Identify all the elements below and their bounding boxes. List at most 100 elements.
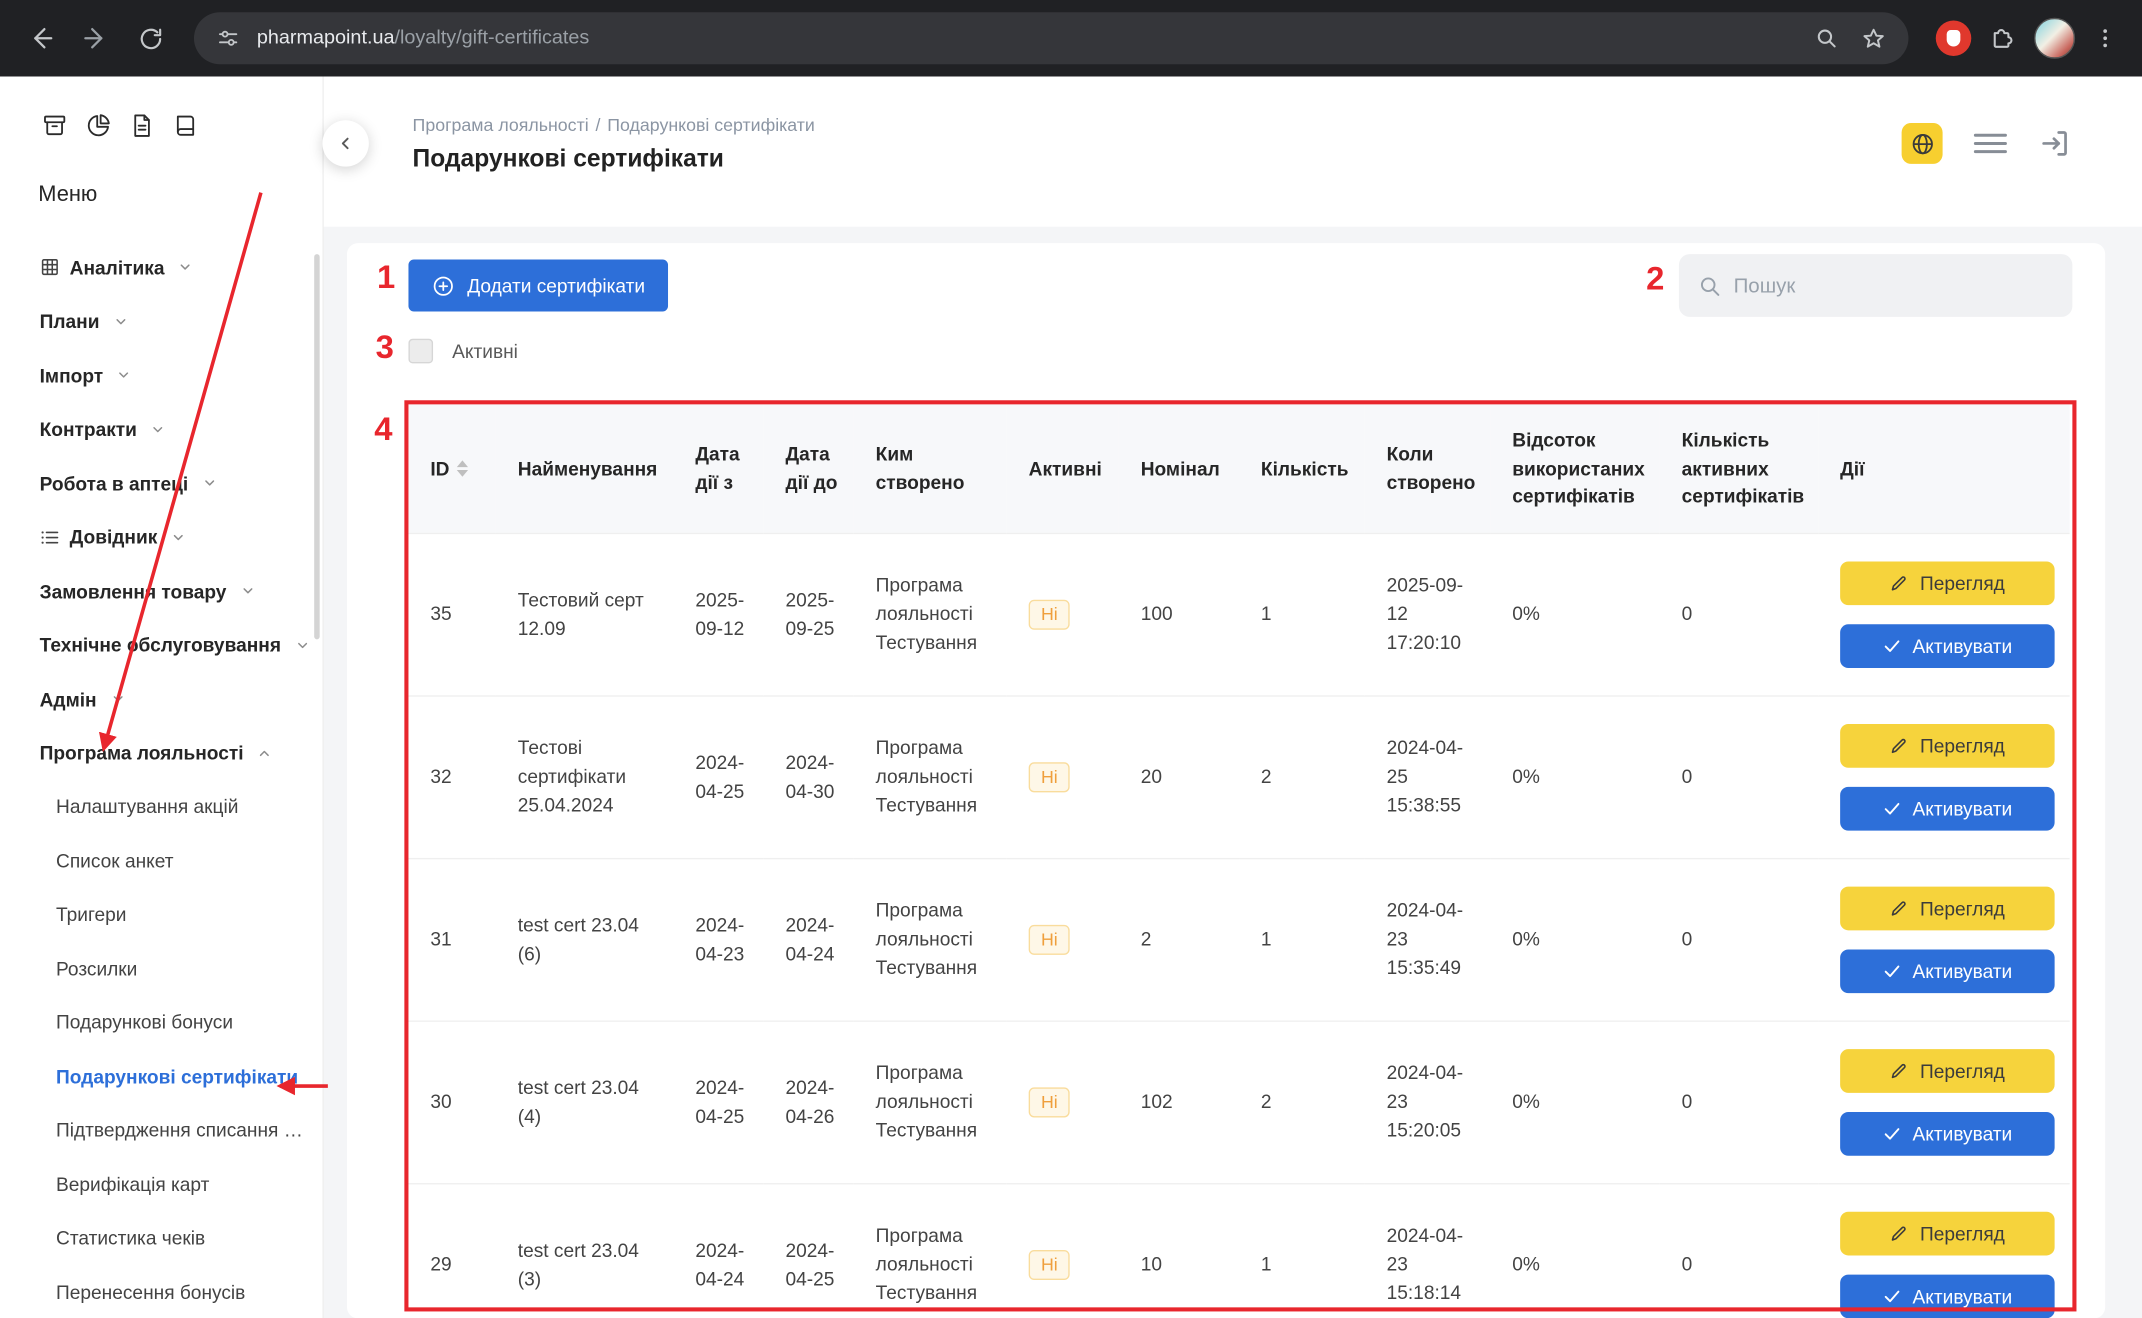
hamburger-icon bbox=[1973, 130, 2009, 157]
sidebar-item-admin[interactable]: Адмін bbox=[0, 672, 322, 726]
sidebar-item-loyalty-program[interactable]: Програма лояльності bbox=[0, 726, 322, 780]
cell-date-from: 2024-04-25 bbox=[673, 695, 763, 858]
card-toolbar: Додати сертифікати bbox=[408, 254, 2072, 317]
language-globe-button[interactable] bbox=[1902, 123, 1943, 164]
sidebar-item-gift-certificates[interactable]: Подарункові сертифікати bbox=[0, 1050, 322, 1104]
sidebar-item-analytics[interactable]: Аналітика bbox=[0, 240, 322, 294]
cell-id: 35 bbox=[408, 533, 495, 696]
extensions-puzzle-icon[interactable] bbox=[1989, 25, 2016, 52]
sidebar-quick-icons bbox=[0, 77, 322, 140]
profile-avatar[interactable] bbox=[2034, 18, 2075, 59]
activate-button[interactable]: Активувати bbox=[1840, 786, 2054, 830]
sidebar-item-pharmacy-work[interactable]: Робота в аптеці bbox=[0, 456, 322, 510]
cell-actions: Перегляд Активувати bbox=[1818, 695, 2069, 858]
address-bar[interactable]: pharmapoint.ua/loyalty/gift-certificates bbox=[194, 12, 1908, 64]
header-menu-button[interactable] bbox=[1973, 130, 2009, 157]
column-header-name: Найменування bbox=[496, 404, 674, 532]
activate-button[interactable]: Активувати bbox=[1840, 949, 2054, 993]
cell-name: Тестові сертифікати 25.04.2024 bbox=[496, 695, 674, 858]
cell-date-to: 2025-09-25 bbox=[764, 533, 854, 696]
adblock-extension-icon[interactable] bbox=[1936, 20, 1972, 56]
browser-menu-icon[interactable] bbox=[2093, 26, 2118, 51]
view-button[interactable]: Перегляд bbox=[1840, 886, 2054, 930]
cell-active: Ні bbox=[1007, 1020, 1119, 1183]
book-icon[interactable] bbox=[172, 112, 199, 139]
sidebar-collapse-button[interactable] bbox=[322, 120, 368, 166]
sidebar-item-tech-service[interactable]: Технічне обслуговування bbox=[0, 618, 322, 672]
bookmark-star-icon[interactable] bbox=[1861, 25, 1887, 51]
browser-reload-button[interactable] bbox=[126, 14, 175, 63]
cell-actions: Перегляд Активувати bbox=[1818, 1183, 2069, 1318]
sidebar-item-questionnaires[interactable]: Список анкет bbox=[0, 834, 322, 888]
sidebar-item-bonus-transfer[interactable]: Перенесення бонусів bbox=[0, 1266, 322, 1318]
sidebar-item-card-verification[interactable]: Верифікація карт bbox=[0, 1158, 322, 1212]
pie-chart-icon[interactable] bbox=[85, 112, 112, 139]
document-icon[interactable] bbox=[128, 112, 155, 139]
chevron-down-icon bbox=[240, 584, 255, 599]
cell-quantity: 2 bbox=[1239, 1020, 1365, 1183]
sidebar-item-plans[interactable]: Плани bbox=[0, 294, 322, 348]
view-button[interactable]: Перегляд bbox=[1840, 723, 2054, 767]
cell-created-at: 2024-04-23 15:35:49 bbox=[1365, 858, 1491, 1021]
column-header-id[interactable]: ID bbox=[408, 404, 495, 532]
browser-back-button[interactable] bbox=[16, 14, 65, 63]
sidebar-item-directory[interactable]: Довідник bbox=[0, 510, 322, 564]
sidebar-item-triggers[interactable]: Тригери bbox=[0, 888, 322, 942]
sidebar-scrollbar[interactable] bbox=[314, 254, 319, 639]
table-row: 29 test cert 23.04 (3) 2024-04-24 2024-0… bbox=[408, 1183, 2069, 1318]
view-button[interactable]: Перегляд bbox=[1840, 1211, 2054, 1255]
view-button[interactable]: Перегляд bbox=[1840, 561, 2054, 605]
cell-id: 30 bbox=[408, 1020, 495, 1183]
sidebar-item-receipt-stats[interactable]: Статистика чеків bbox=[0, 1212, 322, 1266]
cell-nominal: 10 bbox=[1119, 1183, 1239, 1318]
sidebar-item-contracts[interactable]: Контракти bbox=[0, 402, 322, 456]
pencil-icon bbox=[1890, 573, 1909, 592]
cell-active: Ні bbox=[1007, 533, 1119, 696]
activate-button[interactable]: Активувати bbox=[1840, 1274, 2054, 1318]
view-button-label: Перегляд bbox=[1920, 734, 2005, 756]
column-header-date-from: Дата дії з bbox=[673, 404, 763, 532]
sidebar-item-label: Робота в аптеці bbox=[40, 472, 189, 494]
chevron-left-icon bbox=[336, 134, 355, 153]
cell-date-to: 2024-04-30 bbox=[764, 695, 854, 858]
status-badge: Ні bbox=[1029, 599, 1070, 629]
cell-date-to: 2024-04-24 bbox=[764, 858, 854, 1021]
chevron-down-icon bbox=[178, 260, 193, 275]
sidebar-menu: Аналітика Плани Імпорт Контракти Робота … bbox=[0, 240, 322, 1318]
plus-circle-icon bbox=[432, 274, 455, 297]
sidebar-item-label: Плани bbox=[40, 310, 100, 332]
page-title: Подарункові сертифікати bbox=[413, 145, 2142, 174]
active-filter-checkbox[interactable] bbox=[408, 339, 433, 364]
chevron-down-icon bbox=[110, 692, 125, 707]
sidebar-item-goods-orders[interactable]: Замовлення товару bbox=[0, 564, 322, 618]
site-settings-icon[interactable] bbox=[216, 26, 241, 51]
cell-created-at: 2025-09-12 17:20:10 bbox=[1365, 533, 1491, 696]
cell-active: Ні bbox=[1007, 695, 1119, 858]
cell-used-percent: 0% bbox=[1490, 858, 1659, 1021]
sidebar-item-gift-bonuses[interactable]: Подарункові бонуси bbox=[0, 996, 322, 1050]
sidebar-item-import[interactable]: Імпорт bbox=[0, 348, 322, 402]
cell-date-to: 2024-04-26 bbox=[764, 1020, 854, 1183]
activate-button[interactable]: Активувати bbox=[1840, 1111, 2054, 1155]
cell-created-by: Програма лояльності Тестування bbox=[854, 695, 1007, 858]
pencil-icon bbox=[1890, 898, 1909, 917]
table-row: 35 Тестовий серт 12.09 2025-09-12 2025-0… bbox=[408, 533, 2069, 696]
sidebar-item-promo-settings[interactable]: Налаштування акцій bbox=[0, 780, 322, 834]
cell-name: test cert 23.04 (4) bbox=[496, 1020, 674, 1183]
breadcrumb-separator: / bbox=[595, 115, 600, 135]
search-input[interactable] bbox=[1734, 274, 2054, 297]
breadcrumb-loyalty[interactable]: Програма лояльності bbox=[413, 115, 589, 135]
cell-quantity: 1 bbox=[1239, 1183, 1365, 1318]
column-header-active-count: Кількість активних сертифікатів bbox=[1660, 404, 1818, 532]
cell-created-by: Програма лояльності Тестування bbox=[854, 533, 1007, 696]
view-button[interactable]: Перегляд bbox=[1840, 1048, 2054, 1092]
browser-forward-button[interactable] bbox=[71, 14, 120, 63]
archive-icon[interactable] bbox=[41, 112, 68, 139]
activate-button[interactable]: Активувати bbox=[1840, 624, 2054, 668]
sidebar-item-bonus-writeoff-confirm[interactable]: Підтвердження списання бону... bbox=[0, 1104, 322, 1158]
sidebar-item-mailings[interactable]: Розсилки bbox=[0, 942, 322, 996]
check-icon bbox=[1882, 636, 1901, 655]
zoom-search-icon[interactable] bbox=[1814, 26, 1839, 51]
add-certificates-button[interactable]: Додати сертифікати bbox=[408, 260, 668, 312]
logout-button[interactable] bbox=[2038, 127, 2071, 160]
